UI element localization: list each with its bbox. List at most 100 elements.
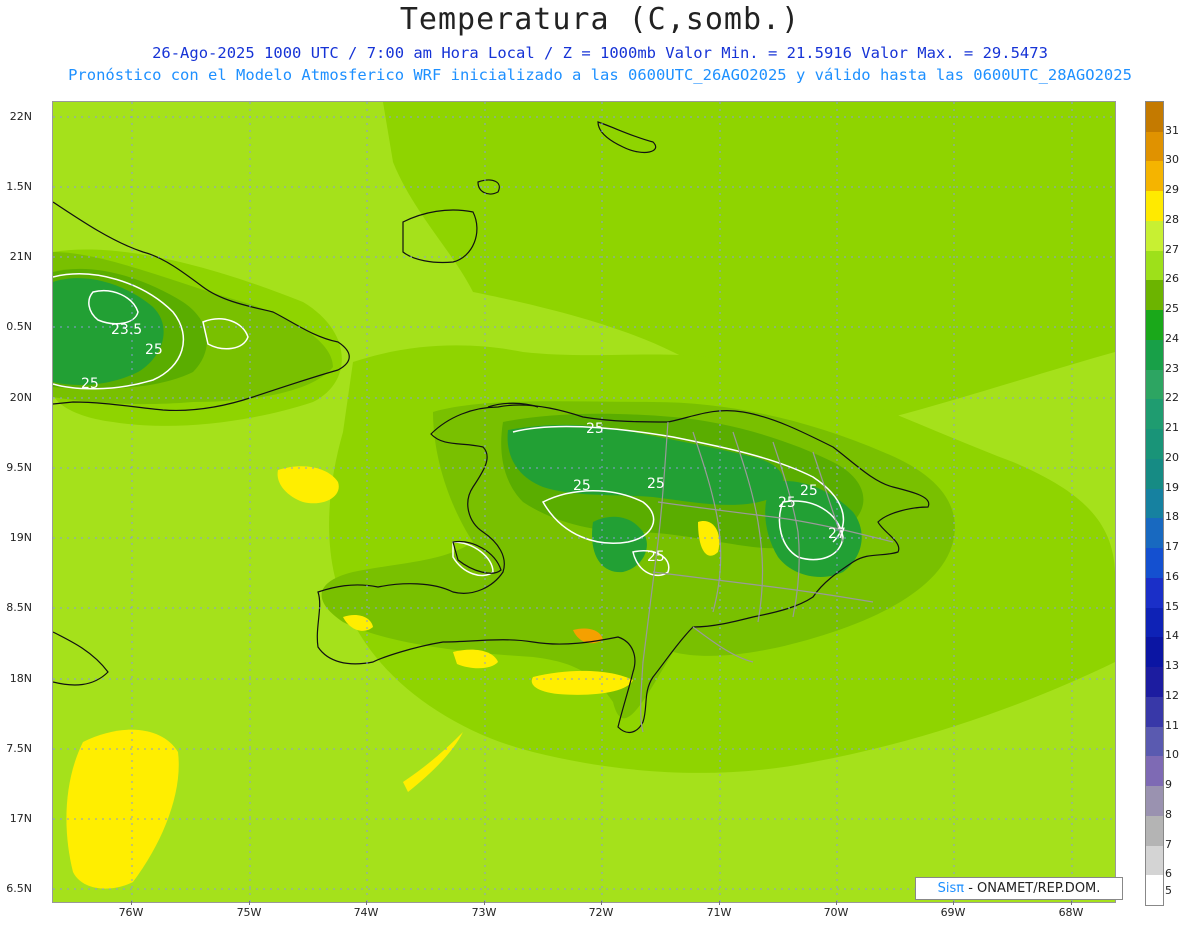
lat-label: 21N xyxy=(9,250,32,263)
colorbar-cell xyxy=(1146,756,1163,787)
lon-label: 70W xyxy=(823,906,849,919)
colorbar-label: 5 xyxy=(1165,884,1172,898)
colorbar-label: 26 xyxy=(1165,272,1179,286)
colorbar-cell xyxy=(1146,667,1163,698)
colorbar-label: 12 xyxy=(1165,688,1179,702)
colorbar-cell xyxy=(1146,280,1163,311)
lon-label: 68W xyxy=(1058,906,1084,919)
contour-label: 25 xyxy=(573,478,591,494)
colorbar-label: 8 xyxy=(1165,807,1172,821)
lat-label: 7.5N xyxy=(6,742,32,755)
colorbar-label: 29 xyxy=(1165,183,1179,197)
colorbar-cell xyxy=(1146,191,1163,222)
contour-label: 25 xyxy=(778,495,796,511)
lat-label: 17N xyxy=(9,812,32,825)
lat-label: 20N xyxy=(9,391,32,404)
lon-tick xyxy=(131,901,132,905)
lon-label: 71W xyxy=(706,906,732,919)
colorbar-label: 28 xyxy=(1165,212,1179,226)
colorbar-cell xyxy=(1146,102,1163,133)
colorbar-label: 18 xyxy=(1165,510,1179,524)
colorbar-label: 6 xyxy=(1165,867,1172,881)
colorbar-cell xyxy=(1146,429,1163,460)
colorbar-cell xyxy=(1146,369,1163,400)
lon-tick xyxy=(953,901,954,905)
lon-tick xyxy=(1071,901,1072,905)
colorbar-label: 19 xyxy=(1165,480,1179,494)
colorbar-label: 24 xyxy=(1165,331,1179,345)
colorbar-label: 10 xyxy=(1165,748,1179,762)
contour-label: 25 xyxy=(145,342,163,358)
temperature-field: 23.5 25 25 25 25 25 25 25 25 27 xyxy=(53,102,1115,902)
lon-label: 75W xyxy=(236,906,262,919)
colorbar xyxy=(1145,101,1164,906)
colorbar-cell xyxy=(1146,339,1163,371)
lon-label: 73W xyxy=(471,906,497,919)
colorbar-label: 22 xyxy=(1165,391,1179,405)
lon-tick xyxy=(601,901,602,905)
lon-label: 72W xyxy=(588,906,614,919)
lat-label: 18N xyxy=(9,672,32,685)
colorbar-label: 11 xyxy=(1165,718,1179,732)
lon-tick xyxy=(249,901,250,905)
colorbar-cell xyxy=(1146,131,1163,162)
credit-text: - ONAMET/REP.DOM. xyxy=(968,881,1101,896)
colorbar-cell xyxy=(1146,310,1163,341)
colorbar-cell xyxy=(1146,607,1163,638)
colorbar-cell xyxy=(1146,488,1163,519)
colorbar-cell xyxy=(1146,726,1163,757)
lon-tick xyxy=(836,901,837,905)
colorbar-label: 21 xyxy=(1165,421,1179,435)
lat-label: 0.5N xyxy=(6,320,32,333)
contour-label: 25 xyxy=(586,421,604,437)
colorbar-label: 7 xyxy=(1165,837,1172,851)
colorbar-label: 15 xyxy=(1165,599,1179,613)
credit-box: Sisπ - ONAMET/REP.DOM. xyxy=(915,877,1123,900)
colorbar-cell xyxy=(1146,786,1163,817)
colorbar-label: 13 xyxy=(1165,659,1179,673)
colorbar-cell xyxy=(1146,518,1163,549)
colorbar-cell xyxy=(1146,875,1163,906)
lat-label: 6.5N xyxy=(6,882,32,895)
contour-label: 25 xyxy=(647,476,665,492)
colorbar-label: 9 xyxy=(1165,778,1172,792)
colorbar-label: 14 xyxy=(1165,629,1179,643)
colorbar-cell xyxy=(1146,548,1163,579)
colorbar-cell xyxy=(1146,399,1163,430)
lon-label: 69W xyxy=(940,906,966,919)
contour-label: 25 xyxy=(647,549,665,565)
colorbar-cell xyxy=(1146,161,1163,192)
colorbar-label: 31 xyxy=(1165,123,1179,137)
colorbar-label: 30 xyxy=(1165,153,1179,167)
credit-logo: Sisπ xyxy=(937,881,965,896)
map-subtitle-model-info: Pronóstico con el Modelo Atmosferico WRF… xyxy=(68,66,1132,84)
colorbar-cell xyxy=(1146,220,1163,252)
map-title: Temperatura (C,somb.) xyxy=(399,2,801,37)
contour-label: 25 xyxy=(81,376,99,392)
lat-label: 9.5N xyxy=(6,461,32,474)
colorbar-label: 17 xyxy=(1165,540,1179,554)
contour-label: 27 xyxy=(828,526,846,542)
colorbar-label: 23 xyxy=(1165,361,1179,375)
colorbar-label: 25 xyxy=(1165,302,1179,316)
colorbar-cell xyxy=(1146,696,1163,728)
lon-tick xyxy=(366,901,367,905)
lon-label: 74W xyxy=(353,906,379,919)
colorbar-cell xyxy=(1146,815,1163,846)
colorbar-cell xyxy=(1146,845,1163,876)
map-subtitle-valid-time: 26-Ago-2025 1000 UTC / 7:00 am Hora Loca… xyxy=(152,44,1048,62)
colorbar-cell xyxy=(1146,458,1163,490)
temperature-map: 23.5 25 25 25 25 25 25 25 25 27 xyxy=(52,101,1116,903)
lat-label: 1.5N xyxy=(6,180,32,193)
colorbar-label: 16 xyxy=(1165,569,1179,583)
colorbar-label: 20 xyxy=(1165,450,1179,464)
lon-label: 76W xyxy=(118,906,144,919)
colorbar-cell xyxy=(1146,250,1163,281)
lat-label: 22N xyxy=(9,110,32,123)
lon-tick xyxy=(484,901,485,905)
contour-label: 23.5 xyxy=(111,322,142,338)
lon-tick xyxy=(719,901,720,905)
lat-label: 8.5N xyxy=(6,601,32,614)
lat-label: 19N xyxy=(9,531,32,544)
colorbar-cell xyxy=(1146,577,1163,609)
